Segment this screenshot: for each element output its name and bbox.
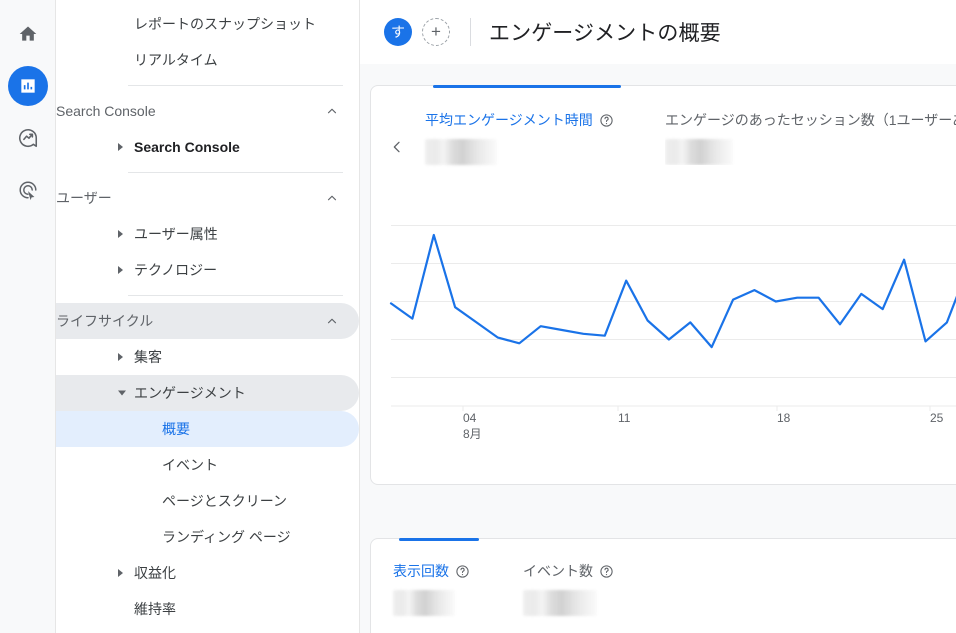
explore-icon[interactable] [8,118,48,158]
add-comparison-button[interactable]: + [422,17,450,46]
metric-value-redacted [523,590,597,616]
chart-gridlines [391,225,956,411]
sidebar-item-realtime[interactable]: リアルタイム [56,42,359,78]
sidebar-item-search-console[interactable]: Search Console [56,129,359,165]
sidebar-item-acquisition[interactable]: 集客 [56,339,359,375]
sidebar-divider [128,295,343,296]
engagement-line-chart[interactable]: 04 8月 11 18 25 [371,206,956,466]
avatar[interactable]: す [384,17,412,46]
metric-tabs: 平均エンゲージメント時間 エンゲージのあったセッション数（1ユーザーあ [371,86,956,165]
home-icon[interactable] [8,14,48,54]
views-events-card: 表示回数 イベント数 [370,538,956,633]
sidebar-divider [128,85,343,86]
metric-label: 平均エンゲージメント時間 [425,112,593,128]
sidebar-item-retention[interactable]: 維持率 [56,591,359,627]
metric-head: イベント数 [523,561,683,581]
sidebar-divider [128,172,343,173]
x-axis-tick: 11 [618,411,631,425]
line-chart-svg [389,225,956,411]
top-bar: す + エンゲージメントの概要 [360,0,956,64]
sidebar-item-landing-page[interactable]: ランディング ページ [56,519,359,555]
bar-chart-icon[interactable] [7,66,48,106]
sidebar-item-label: 維持率 [134,601,176,617]
active-tab-indicator [433,85,621,88]
chart-series-line [389,233,956,349]
metric-tab-engaged-sessions-per-user[interactable]: エンゲージのあったセッション数（1ユーザーあ [665,110,956,165]
chevron-right-icon [118,266,123,274]
sidebar-item-technology[interactable]: テクノロジー [56,252,359,288]
sidebar-item-label: テクノロジー [134,262,218,278]
x-axis-tick: 25 [930,411,944,425]
sidebar-group-user[interactable]: ユーザー [56,180,359,216]
metric-head: 表示回数 [393,561,523,581]
active-tab-indicator [399,538,479,541]
sidebar-item-monetization[interactable]: 収益化 [56,555,359,591]
sidebar-item-overview[interactable]: 概要 [56,411,359,447]
help-icon[interactable] [599,113,614,128]
page-title: エンゲージメントの概要 [489,21,721,45]
sidebar-group-search-console[interactable]: Search Console [56,93,359,129]
x-axis-tick: 18 [777,411,791,425]
help-icon[interactable] [455,564,470,579]
chevron-up-icon [325,104,339,118]
sidebar-group-lifecycle[interactable]: ライフサイクル [56,303,359,339]
metric-tabs: 表示回数 イベント数 [371,539,956,616]
metric-tab-views[interactable]: 表示回数 [393,561,523,616]
app-root: レポートのスナップショット リアルタイム Search Console Sear… [0,0,956,633]
metric-value-redacted [425,139,497,165]
chevron-up-icon [325,191,339,205]
sidebar-item-label: リアルタイム [134,52,218,68]
sidebar-item-label: ページとスクリーン [162,493,288,509]
metric-tab-event-count[interactable]: イベント数 [523,561,683,616]
sidebar-item-label: エンゲージメント [134,385,246,401]
sidebar-item-label: イベント [162,457,218,473]
toolbar-divider [470,17,471,46]
sidebar-item-label: レポートのスナップショット [134,16,316,32]
avatar-initial: す [391,23,405,40]
sidebar-group-label: ライフサイクル [56,313,154,329]
sidebar-nav: レポートのスナップショット リアルタイム Search Console Sear… [56,0,360,633]
metric-label: エンゲージのあったセッション数（1ユーザーあ [665,112,956,128]
report-scroll-area[interactable]: 平均エンゲージメント時間 エンゲージのあったセッション数（1ユーザーあ 04 8… [360,64,956,633]
metric-head: エンゲージのあったセッション数（1ユーザーあ [665,110,956,130]
metric-label: 表示回数 [393,563,449,579]
sidebar-item-events[interactable]: イベント [56,447,359,483]
help-icon[interactable] [599,564,614,579]
main-content: す + エンゲージメントの概要 平均エンゲージメント時間 エンゲージのあったセッ… [360,0,956,633]
sidebar-item-label: Search Console [134,139,240,155]
metric-tab-avg-engagement-time[interactable]: 平均エンゲージメント時間 [425,110,665,165]
sidebar-group-label: ユーザー [56,190,112,206]
metric-value-redacted [665,139,733,165]
sidebar-item-engagement[interactable]: エンゲージメント [56,375,359,411]
metric-head: 平均エンゲージメント時間 [425,110,665,130]
sidebar-item-label: 収益化 [134,565,176,581]
chevron-right-icon [118,569,123,577]
chevron-right-icon [118,143,123,151]
sidebar-item-reports-snapshot[interactable]: レポートのスナップショット [56,6,359,42]
engagement-time-card: 平均エンゲージメント時間 エンゲージのあったセッション数（1ユーザーあ 04 8… [370,85,956,485]
sidebar-item-label: ユーザー属性 [134,226,218,242]
metric-label: イベント数 [523,563,593,579]
sidebar-item-pages-and-screens[interactable]: ページとスクリーン [56,483,359,519]
sidebar-item-label: 集客 [134,349,162,365]
x-axis-tick: 04 8月 [463,411,482,441]
metric-value-redacted [393,590,455,616]
carousel-prev-button[interactable] [383,133,411,161]
chevron-right-icon [118,230,123,238]
sidebar-item-label: 概要 [162,421,190,437]
chevron-up-icon [325,314,339,328]
icon-rail [0,0,56,633]
chevron-right-icon [118,353,123,361]
chevron-down-icon [118,390,126,396]
sidebar-item-label: ランディング ページ [162,529,291,545]
advertising-icon[interactable] [8,170,48,210]
sidebar-item-user-attributes[interactable]: ユーザー属性 [56,216,359,252]
sidebar-group-label: Search Console [56,103,156,119]
x-axis-tick-sub: 8月 [463,427,482,441]
plus-icon: + [431,22,441,41]
